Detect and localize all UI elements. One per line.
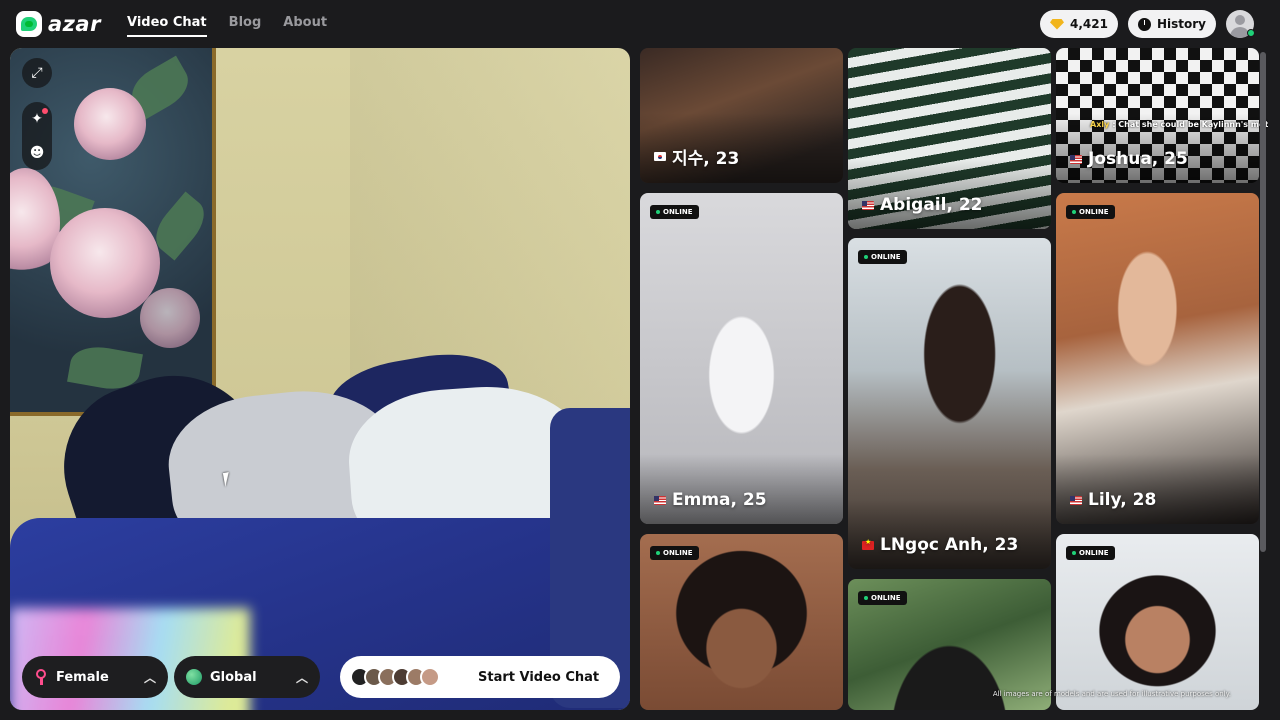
chat-username: Axly — [1090, 120, 1110, 129]
camera-tools: ⤢ ✦ ☻ — [22, 58, 52, 170]
profile-name: Joshua, 25 — [1088, 149, 1188, 169]
profile-name: 지수, 23 — [672, 149, 740, 169]
online-badge: ONLINE — [858, 250, 907, 264]
globe-icon — [186, 669, 202, 685]
profile-gallery: 지수, 23 Abigail, 22 Joshua, 25 ONLINE Emm… — [640, 48, 1268, 720]
online-badge: ONLINE — [1066, 546, 1115, 560]
profile-card[interactable]: Joshua, 25 — [1056, 48, 1259, 183]
sparkle-effects-icon[interactable]: ✦ — [22, 104, 52, 134]
profile-card[interactable]: 지수, 23 — [640, 48, 843, 183]
nav-blog[interactable]: Blog — [229, 15, 262, 37]
gem-icon — [1050, 18, 1064, 30]
profile-card[interactable]: ONLINE — [640, 534, 843, 710]
flag-icon — [862, 538, 874, 550]
history-button[interactable]: History — [1127, 10, 1216, 38]
top-navigation-bar: azar Video Chat Blog About 4,421 History — [0, 0, 1280, 48]
expand-icon[interactable]: ⤢ — [22, 58, 52, 88]
online-badge: ONLINE — [650, 205, 699, 219]
header-actions: 4,421 History — [1040, 10, 1254, 38]
profile-name: LNgọc Anh, 23 — [880, 535, 1019, 555]
flag-icon — [1070, 495, 1082, 505]
region-filter-dropdown[interactable]: Global ︿ — [174, 656, 320, 698]
disclaimer-text: All images are of models and are used fo… — [992, 690, 1231, 698]
profile-name: Emma, 25 — [672, 490, 767, 510]
start-video-chat-label: Start Video Chat — [478, 669, 600, 685]
profile-name: Lily, 28 — [1088, 490, 1157, 510]
camera-preview: ⤢ ✦ ☻ Female ︿ Global ︿ Start Video Chat — [10, 48, 630, 710]
azar-logo-icon — [16, 11, 42, 37]
brand-name: azar — [48, 12, 101, 36]
flag-icon — [862, 200, 874, 210]
online-badge: ONLINE — [650, 546, 699, 560]
nav-video-chat[interactable]: Video Chat — [127, 15, 207, 37]
flag-icon — [1070, 154, 1082, 164]
nav-about[interactable]: About — [283, 15, 327, 37]
azar-logo[interactable]: azar — [16, 11, 101, 37]
region-filter-label: Global — [210, 669, 257, 685]
mouse-cursor — [222, 471, 238, 487]
gender-filter-dropdown[interactable]: Female ︿ — [22, 656, 168, 698]
clock-icon — [1137, 17, 1151, 31]
chat-message: : Chat she could be Kaylinnn's mother — [1112, 120, 1268, 129]
online-badge: ONLINE — [1066, 205, 1115, 219]
chevron-up-icon: ︿ — [143, 670, 156, 685]
page-scrollbar[interactable] — [1260, 52, 1266, 552]
gems-count: 4,421 — [1070, 17, 1108, 31]
flag-icon — [654, 495, 666, 505]
main-nav: Video Chat Blog About — [127, 15, 327, 37]
profile-name: Abigail, 22 — [880, 195, 983, 215]
profile-card[interactable]: Abigail, 22 — [848, 48, 1051, 229]
female-icon — [34, 669, 48, 685]
flag-icon — [654, 152, 666, 161]
online-badge: ONLINE — [858, 591, 907, 605]
profile-card[interactable]: ONLINE Lily, 28 — [1056, 193, 1259, 524]
history-label: History — [1156, 17, 1206, 31]
gender-filter-label: Female — [56, 669, 109, 685]
sticker-icon[interactable]: ☻ — [22, 138, 52, 168]
profile-card[interactable]: ONLINE — [1056, 534, 1259, 710]
mini-avatar-stack — [350, 667, 440, 687]
profile-card[interactable]: ONLINE LNgọc Anh, 23 — [848, 238, 1051, 569]
gems-balance-button[interactable]: 4,421 — [1040, 10, 1118, 38]
start-video-chat-button[interactable]: Start Video Chat — [340, 656, 620, 698]
chevron-up-icon: ︿ — [295, 670, 308, 685]
profile-card[interactable]: ONLINE Emma, 25 — [640, 193, 843, 524]
chat-overlay-message: Axly : Chat she could be Kaylinnn's moth… — [1090, 120, 1268, 129]
online-status-dot — [1247, 29, 1255, 37]
